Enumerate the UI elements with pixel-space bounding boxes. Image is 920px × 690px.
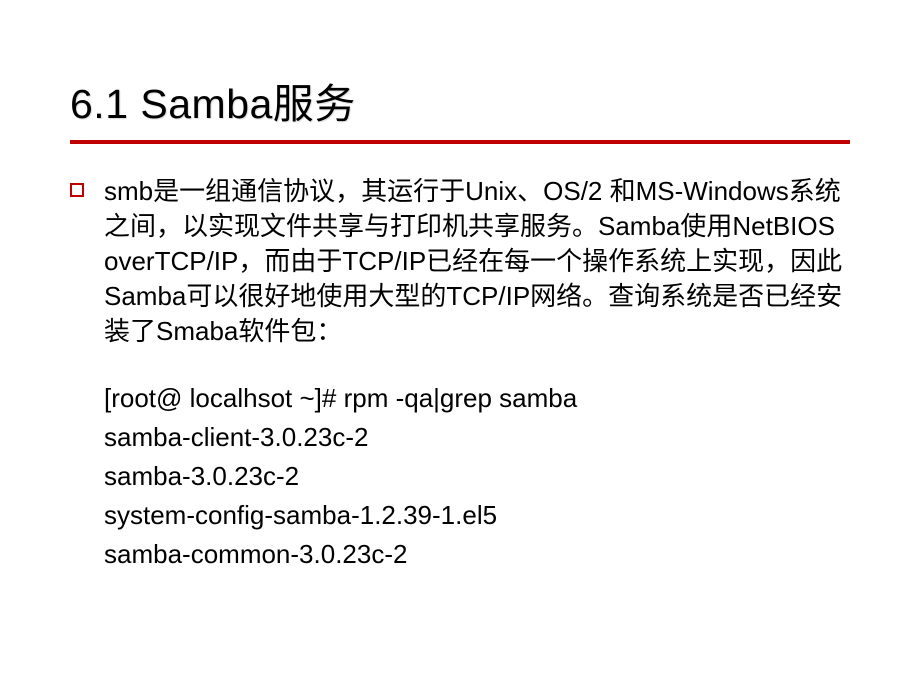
content-area: smb是一组通信协议，其运行于Unix、OS/2 和MS-Windows系统之间… [70, 174, 850, 574]
title-area: 6.1 Samba服务 [70, 70, 850, 144]
command-output-line: samba-common-3.0.23c-2 [104, 535, 850, 574]
command-output-line: system-config-samba-1.2.39-1.el5 [104, 496, 850, 535]
slide-content: 6.1 Samba服务 smb是一组通信协议，其运行于Unix、OS/2 和MS… [0, 0, 920, 690]
title-underline [70, 140, 850, 144]
slide-title: 6.1 Samba服务 [70, 70, 850, 130]
body-paragraph: smb是一组通信协议，其运行于Unix、OS/2 和MS-Windows系统之间… [104, 174, 850, 349]
command-block: [root@ localhsot ~]# rpm -qa|grep samba … [70, 379, 850, 574]
command-line: [root@ localhsot ~]# rpm -qa|grep samba [104, 379, 850, 418]
bullet-item: smb是一组通信协议，其运行于Unix、OS/2 和MS-Windows系统之间… [70, 174, 850, 349]
command-output-line: samba-client-3.0.23c-2 [104, 418, 850, 457]
command-output-line: samba-3.0.23c-2 [104, 457, 850, 496]
square-bullet-icon [70, 183, 84, 197]
